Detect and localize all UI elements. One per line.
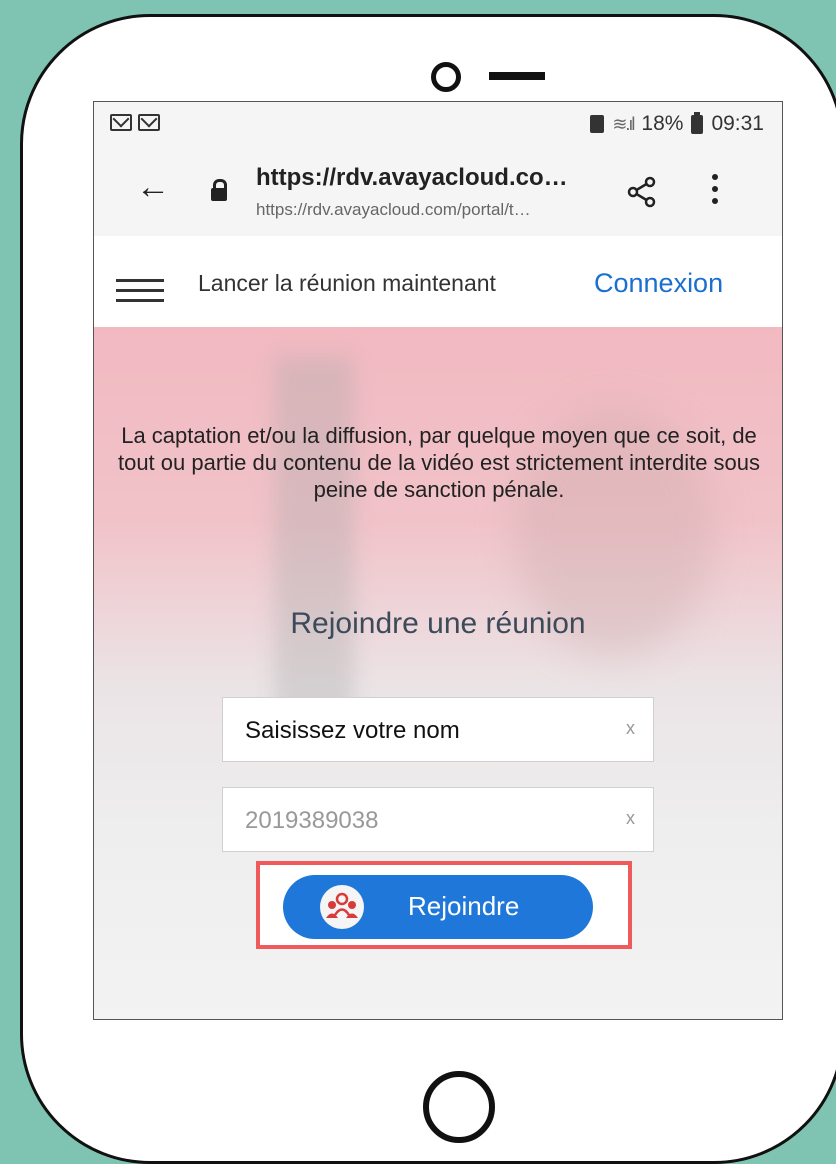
battery-percent: 18% bbox=[641, 112, 684, 135]
url-title[interactable]: https://rdv.avayacloud.co… bbox=[256, 164, 568, 192]
clear-meeting-id-icon[interactable]: x bbox=[626, 808, 635, 829]
name-input-value[interactable]: Saisissez votre nom bbox=[245, 717, 460, 745]
url-full[interactable]: https://rdv.avayacloud.com/portal/t… bbox=[256, 200, 531, 220]
join-meeting-title: Rejoindre une réunion bbox=[290, 607, 586, 640]
recording-notice: La captation et/ou la diffusion, par que… bbox=[117, 423, 761, 502]
join-button[interactable]: Rejoindre bbox=[283, 875, 593, 939]
join-button-label: Rejoindre bbox=[408, 891, 520, 921]
group-users-icon bbox=[320, 885, 364, 929]
site-navbar: Lancer la réunion maintenant Connexion bbox=[94, 236, 782, 327]
background-image bbox=[274, 357, 354, 717]
browser-address-bar: ← https://rdv.avayacloud.co… https://rdv… bbox=[94, 150, 782, 237]
status-bar: ≋.ıl 18% 09:31 bbox=[94, 102, 782, 150]
launch-meeting-link[interactable]: Lancer la réunion maintenant bbox=[198, 270, 496, 297]
name-input[interactable]: Saisissez votre nom x bbox=[222, 697, 654, 762]
meeting-id-value[interactable]: 2019389038 bbox=[245, 807, 378, 835]
front-camera-icon bbox=[431, 62, 461, 92]
clock: 09:31 bbox=[711, 112, 764, 135]
hamburger-menu-icon[interactable] bbox=[116, 279, 164, 309]
meeting-id-input[interactable]: 2019389038 x bbox=[222, 787, 654, 852]
phone-screen: ≋.ıl 18% 09:31 ← https://rdv.avayacloud.… bbox=[93, 101, 783, 1020]
overflow-menu-icon[interactable] bbox=[712, 174, 718, 210]
sim-icon bbox=[590, 115, 605, 133]
share-icon[interactable] bbox=[626, 176, 658, 208]
home-button[interactable] bbox=[423, 1071, 495, 1143]
wifi-signal-icon: ≋.ıl bbox=[612, 113, 635, 134]
main-content: La captation et/ou la diffusion, par que… bbox=[94, 327, 782, 1019]
email-notification-icon bbox=[138, 114, 160, 131]
gmail-notification-icon bbox=[110, 114, 132, 131]
earpiece bbox=[489, 72, 545, 80]
login-link[interactable]: Connexion bbox=[594, 268, 723, 299]
clear-name-icon[interactable]: x bbox=[626, 718, 635, 739]
battery-icon bbox=[691, 111, 704, 134]
lock-icon[interactable] bbox=[211, 179, 227, 201]
back-arrow-icon[interactable]: ← bbox=[136, 170, 170, 204]
